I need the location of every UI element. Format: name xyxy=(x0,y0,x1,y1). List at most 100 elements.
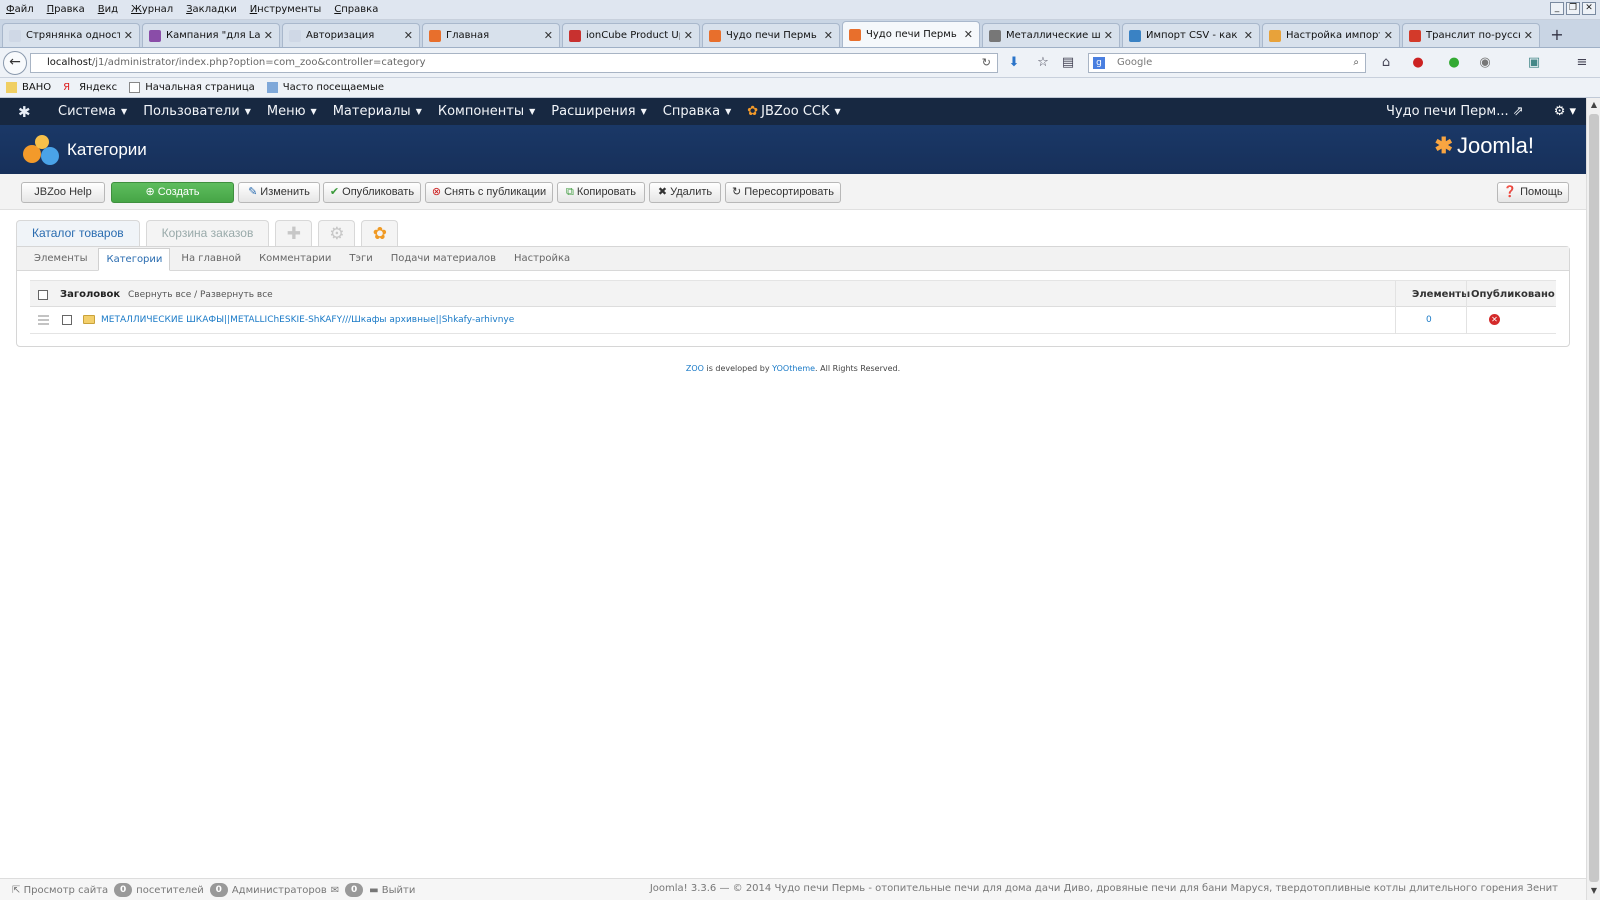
home-icon[interactable]: ⌂ xyxy=(1378,55,1394,71)
subtab-config[interactable]: Настройка xyxy=(507,248,577,270)
drag-handle-icon[interactable] xyxy=(38,315,49,325)
tab-close-icon[interactable]: ✕ xyxy=(1244,29,1253,42)
bookmark-item[interactable]: Я Яндекс xyxy=(63,82,117,93)
browser-tab[interactable]: Металлические шк...✕ xyxy=(982,23,1120,47)
menu-help[interactable]: Справка xyxy=(334,4,378,15)
view-site-link[interactable]: ⇱ Просмотр сайта xyxy=(12,885,108,896)
category-title-link[interactable]: МЕТАЛЛИЧЕСКИЕ ШКАФЫ||METALLIChESKIE-ShKA… xyxy=(101,315,514,325)
scroll-up-icon[interactable]: ▲ xyxy=(1589,100,1599,110)
nav-help[interactable]: Справка ▼ xyxy=(663,104,731,119)
tab-close-icon[interactable]: ✕ xyxy=(1384,29,1393,42)
nav-components[interactable]: Компоненты ▼ xyxy=(438,104,535,119)
gear-icon[interactable]: ⚙ ▾ xyxy=(1554,104,1576,119)
reorder-button[interactable]: ↻ Пересортировать xyxy=(725,182,841,203)
subtab-items[interactable]: Элементы xyxy=(27,248,94,270)
nav-menus[interactable]: Меню ▼ xyxy=(267,104,317,119)
browser-tab[interactable]: Транслит по-русски✕ xyxy=(1402,23,1540,47)
browser-tab[interactable]: Импорт CSV - как эт...✕ xyxy=(1122,23,1260,47)
tab-close-icon[interactable]: ✕ xyxy=(964,28,973,41)
minimize-icon[interactable]: _ xyxy=(1550,2,1564,15)
hamburger-menu-icon[interactable]: ≡ xyxy=(1574,55,1590,71)
browser-tab[interactable]: ionCube Product Upd...✕ xyxy=(562,23,700,47)
tab-close-icon[interactable]: ✕ xyxy=(1524,29,1533,42)
subtab-comments[interactable]: Комментарии xyxy=(252,248,338,270)
browser-tab[interactable]: Главная ✕ xyxy=(422,23,560,47)
nav-jbzoo[interactable]: ✿ JBZoo CCK ▼ xyxy=(747,104,840,119)
app-settings-gear-icon[interactable]: ⚙ xyxy=(318,220,356,246)
envelope-icon[interactable]: ✉ xyxy=(331,885,339,896)
menu-tools[interactable]: Инструменты xyxy=(250,4,322,15)
collapse-expand-all-link[interactable]: Свернуть все / Развернуть все xyxy=(128,290,273,300)
edit-button[interactable]: ✎ Изменить xyxy=(238,182,320,203)
unpublished-x-icon[interactable]: ✕ xyxy=(1489,314,1500,325)
menu-edit[interactable]: Правка xyxy=(47,4,85,15)
jbzoo-app-icon[interactable]: ✿ xyxy=(361,220,399,246)
back-arrow-icon[interactable]: ← xyxy=(3,51,27,75)
logout-link[interactable]: ▬ Выйти xyxy=(369,885,415,896)
bookmark-item[interactable]: Часто посещаемые xyxy=(266,82,384,93)
subtab-submissions[interactable]: Подачи материалов xyxy=(384,248,503,270)
subtab-frontpage[interactable]: На главной xyxy=(174,248,248,270)
scroll-down-icon[interactable]: ▼ xyxy=(1589,886,1599,896)
tab-close-icon[interactable]: ✕ xyxy=(264,29,273,42)
browser-tab[interactable]: Авторизация ✕ xyxy=(282,23,420,47)
nav-extensions[interactable]: Расширения ▼ xyxy=(551,104,646,119)
bookmark-item[interactable]: ВАНО xyxy=(6,82,51,93)
create-button[interactable]: ⊕ Создать xyxy=(111,182,234,203)
col-title[interactable]: Заголовок xyxy=(60,289,120,300)
row-checkbox[interactable] xyxy=(62,315,72,325)
subtab-tags[interactable]: Тэги xyxy=(342,248,379,270)
browser-tab[interactable]: Стрянянка односторон...✕ xyxy=(2,23,140,47)
yootheme-link[interactable]: YOOtheme xyxy=(772,364,815,373)
browser-tab-active[interactable]: Чудо печи Пермь - ...✕ xyxy=(842,21,980,47)
nav-users[interactable]: Пользователи ▼ xyxy=(143,104,251,119)
bookmark-item[interactable]: Начальная страница xyxy=(129,82,255,93)
menu-view[interactable]: Вид xyxy=(98,4,118,15)
copy-button[interactable]: ⧉ Копировать xyxy=(557,182,645,203)
elements-count-link[interactable]: 0 xyxy=(1426,315,1432,325)
new-tab-icon[interactable]: + xyxy=(1546,25,1568,47)
extension-icon[interactable]: ◉ xyxy=(1477,55,1493,71)
search-input[interactable]: g Google ⌕ xyxy=(1088,53,1366,73)
tab-close-icon[interactable]: ✕ xyxy=(1104,29,1113,42)
tab-close-icon[interactable]: ✕ xyxy=(124,29,133,42)
help-button[interactable]: ❓ Помощь xyxy=(1497,182,1569,203)
unpublish-button[interactable]: ⊗ Снять с публикации xyxy=(425,182,553,203)
browser-tab[interactable]: Чудо печи Пермь - ...✕ xyxy=(702,23,840,47)
delete-button[interactable]: ✖ Удалить xyxy=(649,182,721,203)
url-input[interactable]: localhost/j1/administrator/index.php?opt… xyxy=(30,53,998,73)
menu-bookmarks[interactable]: Закладки xyxy=(186,4,237,15)
jbzoo-help-button[interactable]: JBZoo Help xyxy=(21,182,105,203)
tab-catalog[interactable]: Каталог товаров xyxy=(16,220,140,246)
search-icon[interactable]: ⌕ xyxy=(1353,54,1359,72)
select-all-checkbox[interactable] xyxy=(38,290,48,300)
extension-icon[interactable]: ● xyxy=(1446,55,1462,71)
bookmark-star-icon[interactable]: ☆ xyxy=(1035,55,1051,71)
extension-icon[interactable]: ▣ xyxy=(1526,55,1542,71)
joomla-logo-icon[interactable]: ✱ xyxy=(18,103,44,121)
nav-content[interactable]: Материалы ▼ xyxy=(333,104,422,119)
menu-file[interactable]: Файл xyxy=(6,4,34,15)
add-app-plus-icon[interactable]: ✚ xyxy=(275,220,313,246)
close-window-icon[interactable]: ✕ xyxy=(1582,2,1596,15)
nav-system[interactable]: Система ▼ xyxy=(58,104,127,119)
download-arrow-icon[interactable]: ⬇ xyxy=(1006,55,1022,71)
scroll-thumb[interactable] xyxy=(1589,114,1599,882)
zoo-link[interactable]: ZOO xyxy=(686,364,704,373)
site-link[interactable]: Чудо печи Перм... ⇗ xyxy=(1386,104,1524,119)
tab-close-icon[interactable]: ✕ xyxy=(684,29,693,42)
restore-icon[interactable]: ❐ xyxy=(1566,2,1580,15)
vertical-scrollbar[interactable]: ▲ ▼ xyxy=(1586,98,1600,900)
tab-close-icon[interactable]: ✕ xyxy=(824,29,833,42)
tab-cart[interactable]: Корзина заказов xyxy=(145,220,270,246)
tab-close-icon[interactable]: ✕ xyxy=(544,29,553,42)
subtab-categories[interactable]: Категории xyxy=(98,248,171,271)
reload-icon[interactable]: ↻ xyxy=(982,54,991,72)
reading-list-icon[interactable]: ▤ xyxy=(1060,55,1076,71)
tab-close-icon[interactable]: ✕ xyxy=(404,29,413,42)
publish-button[interactable]: ✔ Опубликовать xyxy=(323,182,421,203)
adblock-icon[interactable]: ● xyxy=(1410,55,1426,71)
browser-tab[interactable]: Настройка импорта...✕ xyxy=(1262,23,1400,47)
browser-tab[interactable]: Кампания "для Labu...✕ xyxy=(142,23,280,47)
menu-history[interactable]: Журнал xyxy=(131,4,173,15)
